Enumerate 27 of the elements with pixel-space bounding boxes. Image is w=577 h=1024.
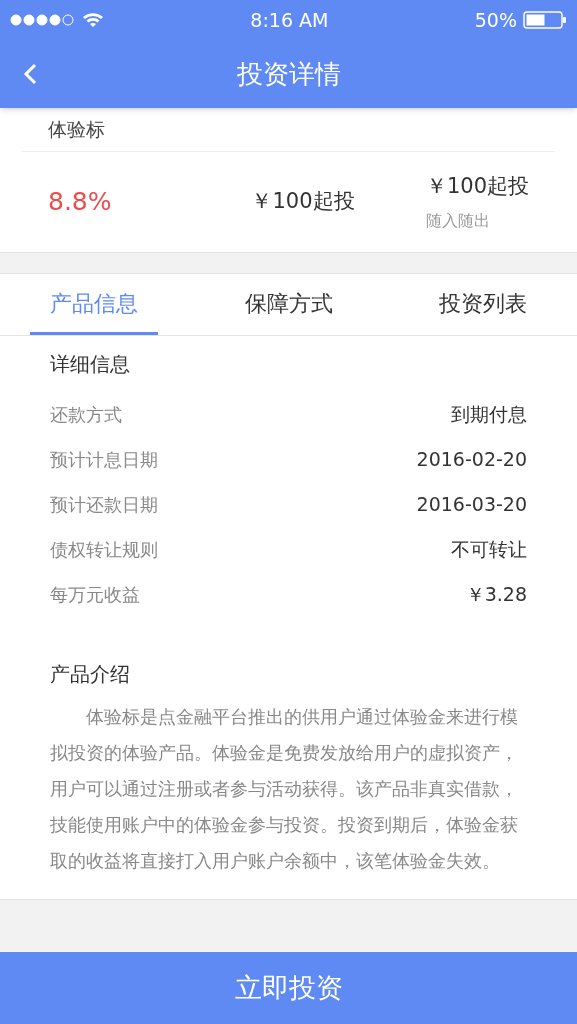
detail-label: 预计计息日期 (50, 448, 158, 472)
product-name: 体验标 (48, 117, 105, 143)
wifi-icon (82, 12, 104, 28)
detail-value: ￥3.28 (465, 582, 527, 608)
annual-rate: 8.8% (48, 186, 113, 219)
status-time: 8:16 AM (250, 7, 329, 33)
detail-label: 还款方式 (50, 403, 122, 427)
battery-icon (523, 11, 567, 29)
detail-label: 预计还款日期 (50, 493, 158, 517)
detail-value: 2016-03-20 (416, 492, 527, 518)
min-investment: ￥100起投 (250, 188, 356, 216)
detail-label: 债权转让规则 (50, 538, 158, 562)
detail-label: 每万元收益 (50, 583, 140, 607)
signal-icon (10, 13, 74, 27)
redemption-note: 随入随出 (425, 209, 491, 232)
product-description: 体验标是点金融平台推出的供用户通过体验金来进行模拟投资的体验产品。体验金是免费发放给用户的虚拟资产，用户可以通过注册或者参与活动获得。该产品非真实借款，技能使用账户中的体验金参与投资。投资到期后，体验金获取的收益将直接打入用户账户余额中，该笔体验金失效。 (50, 705, 519, 873)
detail-value: 不可转让 (451, 537, 527, 563)
section-title: 产品介绍 (50, 661, 130, 688)
section-title: 详细信息 (50, 351, 130, 378)
tab[interactable]: 保障方式 (224, 274, 353, 335)
battery-percent: 50% (474, 7, 517, 33)
tab[interactable]: 投资列表 (419, 274, 547, 335)
detail-value: 2016-02-20 (416, 447, 527, 473)
page-title: 投资详情 (236, 57, 341, 91)
back-icon (23, 63, 37, 85)
detail-value: 到期付息 (451, 402, 527, 428)
min-investment: ￥100起投 (425, 173, 529, 201)
